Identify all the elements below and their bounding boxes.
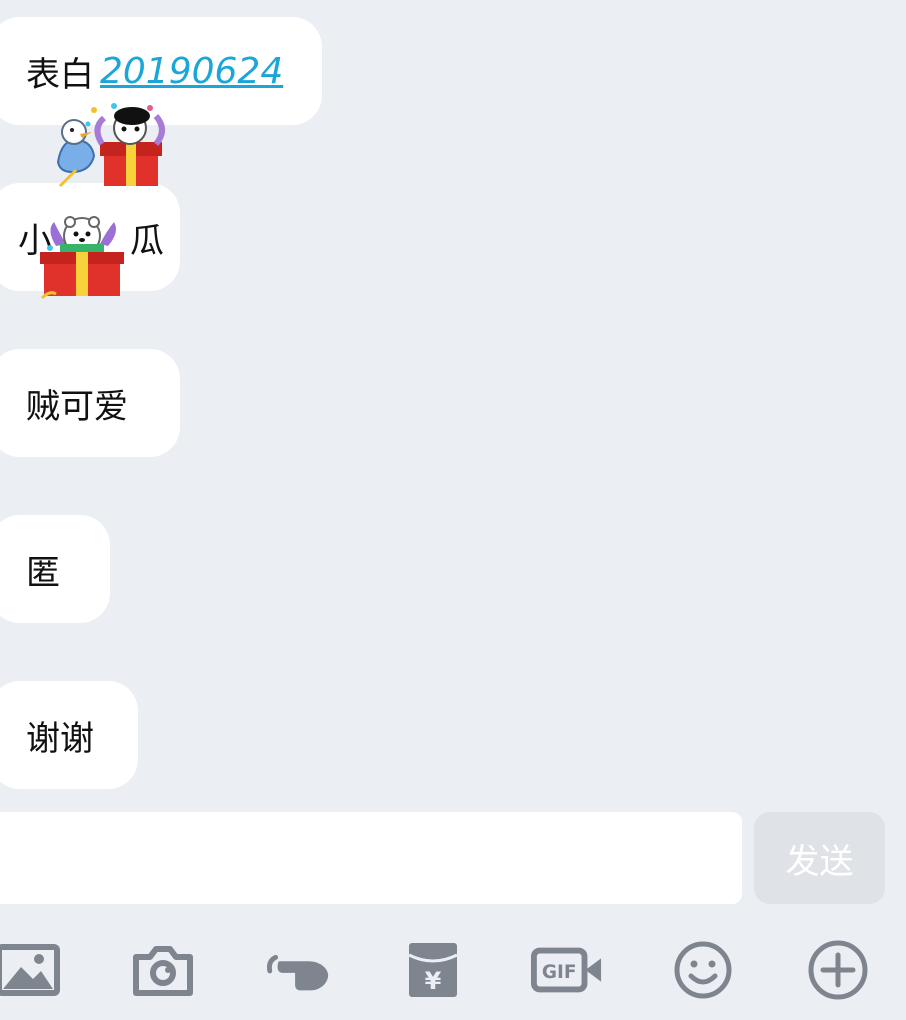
message-text: 瓜 xyxy=(130,220,164,261)
message-text: 匿 xyxy=(26,552,60,593)
send-button[interactable]: 发送 xyxy=(754,812,885,904)
message-text: 谢谢 xyxy=(26,718,94,759)
red-packet-icon[interactable]: ¥ xyxy=(397,935,469,1005)
plus-icon[interactable] xyxy=(802,935,874,1005)
gif-label: GIF xyxy=(542,962,577,983)
message-bubble[interactable]: 贼可爱 xyxy=(0,349,180,457)
poke-icon[interactable] xyxy=(262,935,334,1005)
message-bubble[interactable]: 谢谢 xyxy=(0,681,138,789)
message-text: 贼可爱 xyxy=(26,386,128,427)
message-link[interactable]: 20190624 xyxy=(100,51,283,92)
message-text: 表白 xyxy=(26,54,94,95)
gift-sticker-icon xyxy=(56,103,165,188)
red-packet-symbol: ¥ xyxy=(425,967,442,995)
message-input[interactable] xyxy=(0,812,742,904)
message-bubble[interactable]: 匿 xyxy=(0,515,110,623)
polar-bear-gift-sticker-icon xyxy=(40,216,124,300)
image-icon[interactable] xyxy=(0,935,64,1005)
gif-icon[interactable]: GIF xyxy=(531,935,603,1005)
camera-icon[interactable] xyxy=(127,935,199,1005)
emoji-icon[interactable] xyxy=(667,935,739,1005)
